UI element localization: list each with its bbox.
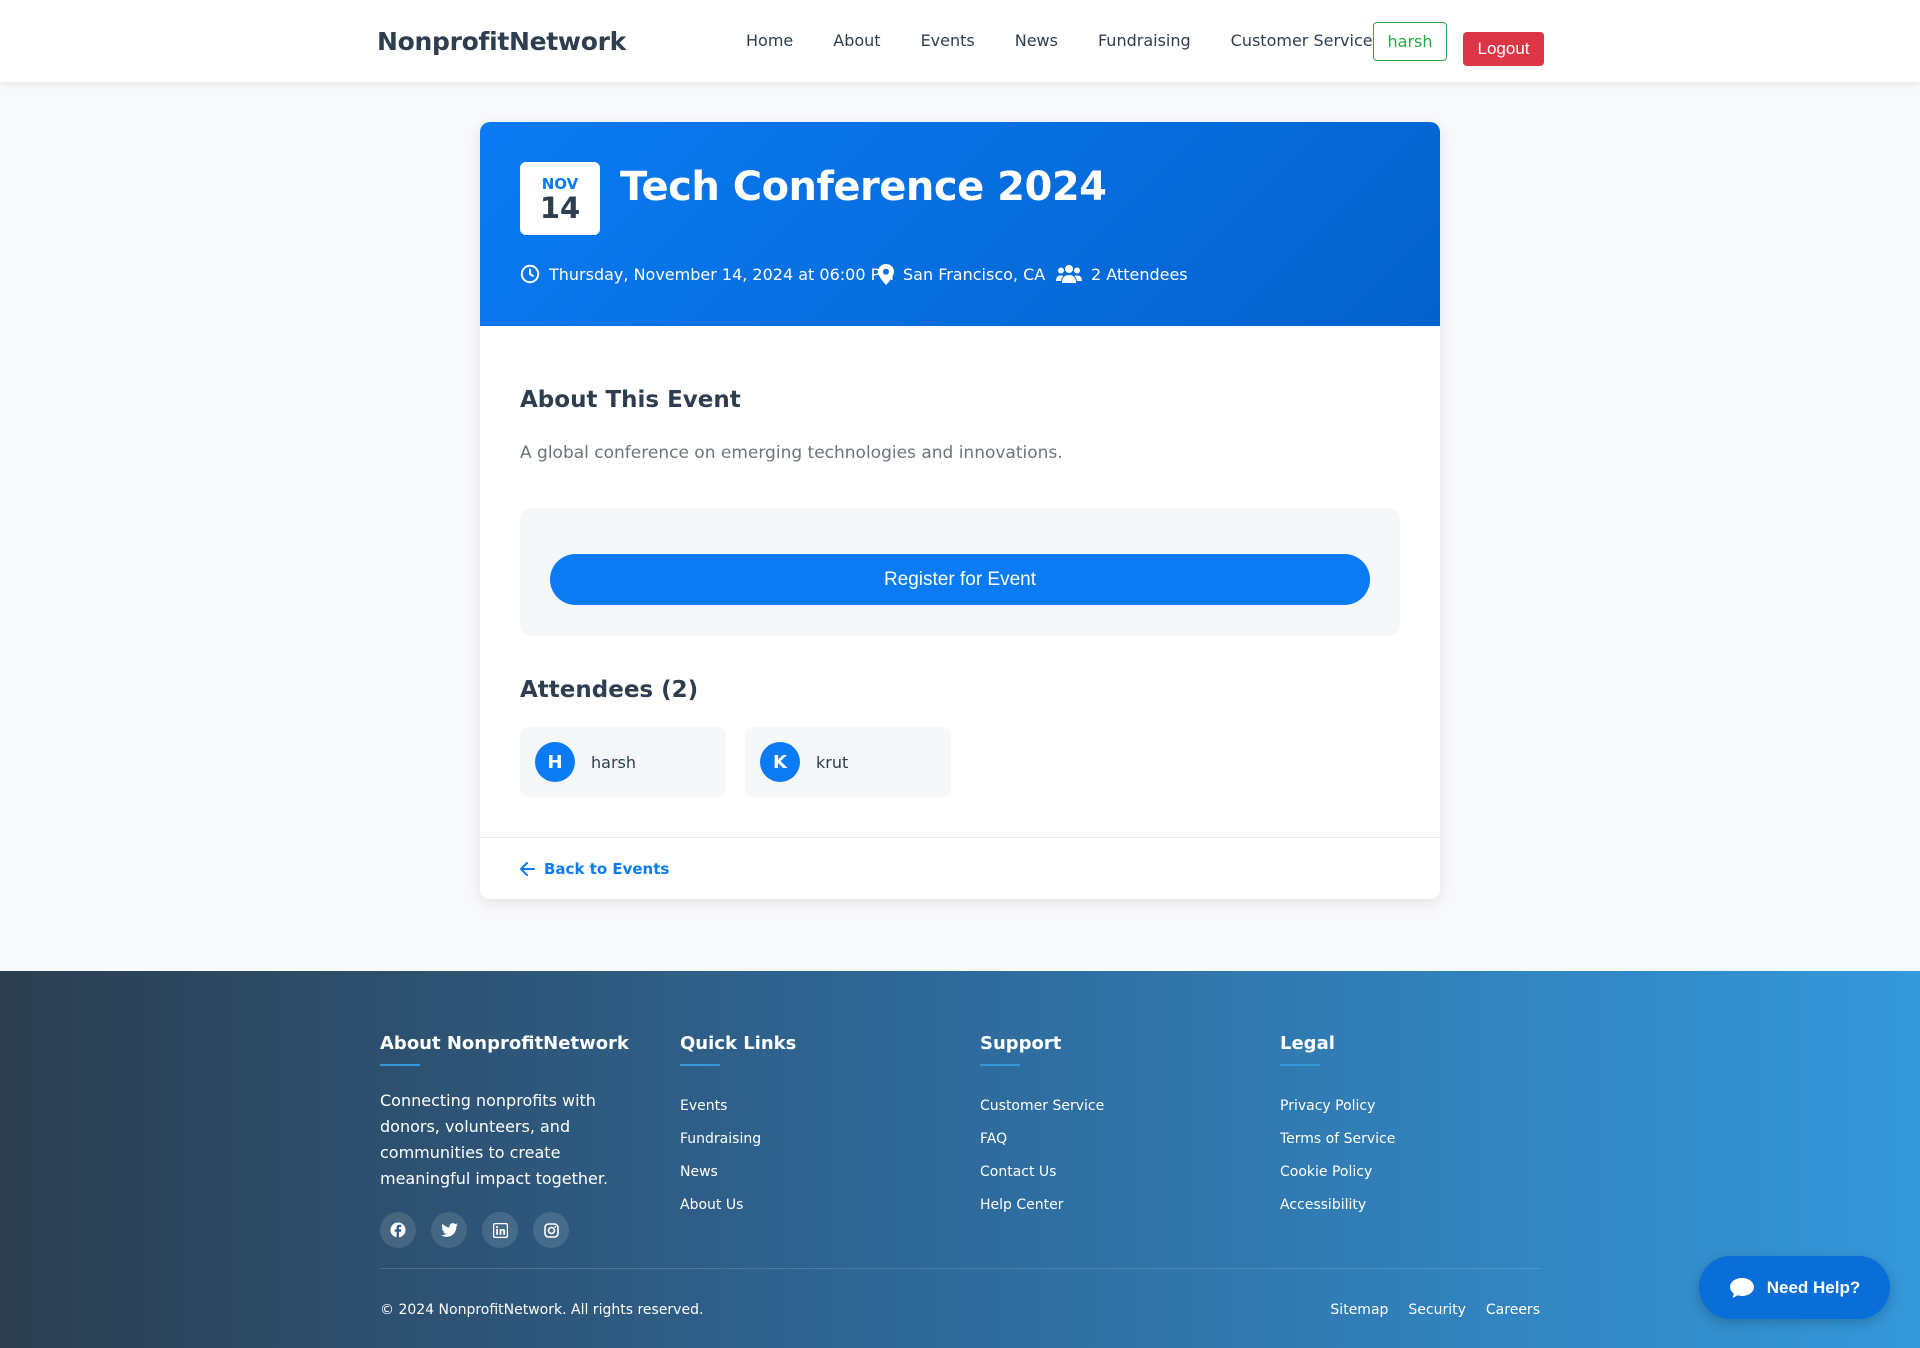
site-footer: About NonprofitNetwork Connecting nonpro… [0, 971, 1920, 1348]
attendee-name: harsh [591, 752, 636, 772]
nav-link-fundraising[interactable]: Fundraising [1098, 31, 1191, 50]
footer-link-help-center[interactable]: Help Center [980, 1189, 1104, 1222]
date-day: 14 [539, 191, 581, 225]
footer-quick-links-heading: Quick Links [680, 1033, 797, 1054]
footer-link-accessibility[interactable]: Accessibility [1280, 1189, 1395, 1222]
clock-icon [520, 264, 540, 284]
footer-link-terms-of-service[interactable]: Terms of Service [1280, 1123, 1395, 1156]
date-badge: NOV 14 [520, 162, 600, 235]
nav-link-about[interactable]: About [833, 31, 880, 50]
copyright-text: © 2024 NonprofitNetwork. All rights rese… [380, 1302, 704, 1318]
footer-link-events[interactable]: Events [680, 1090, 796, 1123]
nav-link-home[interactable]: Home [746, 31, 793, 50]
nav-link-news[interactable]: News [1015, 31, 1058, 50]
event-location-text: San Francisco, CA [903, 265, 1046, 284]
footer-link-about-us[interactable]: About Us [680, 1189, 796, 1222]
heading-underline [680, 1064, 720, 1066]
footer-divider [380, 1268, 1540, 1269]
instagram-icon[interactable] [533, 1212, 569, 1248]
heading-underline [1280, 1064, 1320, 1066]
top-navbar: NonprofitNetwork Home About Events News … [0, 0, 1920, 82]
footer-link-faq[interactable]: FAQ [980, 1123, 1104, 1156]
footer-about-column: About NonprofitNetwork Connecting nonpro… [380, 1033, 650, 1248]
heading-underline [980, 1064, 1020, 1066]
event-datetime: Thursday, November 14, 2024 at 06:00 PM [520, 264, 894, 284]
avatar: H [535, 742, 575, 782]
back-to-events-link[interactable]: Back to Events [520, 860, 669, 878]
register-button[interactable]: Register for Event [550, 554, 1370, 605]
support-links-list: Customer Service FAQ Contact Us Help Cen… [980, 1090, 1104, 1222]
footer-legal-heading: Legal [1280, 1033, 1335, 1054]
logout-button[interactable]: Logout [1463, 32, 1544, 66]
footer-bottom-links: Sitemap Security Careers [1310, 1302, 1540, 1318]
footer-link-sitemap[interactable]: Sitemap [1330, 1302, 1388, 1318]
card-divider [480, 837, 1440, 838]
footer-link-contact-us[interactable]: Contact Us [980, 1156, 1104, 1189]
event-description: A global conference on emerging technolo… [520, 443, 1063, 463]
event-attendee-count: 2 Attendees [1056, 264, 1188, 284]
footer-about-text: Connecting nonprofits with donors, volun… [380, 1091, 609, 1188]
footer-link-news[interactable]: News [680, 1156, 796, 1189]
need-help-label: Need Help? [1766, 1277, 1861, 1297]
register-panel: Register for Event [520, 508, 1400, 636]
footer-quick-links-column: Quick Links Events Fundraising News Abou… [680, 1033, 796, 1222]
event-title: Tech Conference 2024 [620, 164, 1107, 210]
event-location: San Francisco, CA [878, 264, 1045, 285]
footer-link-cookie-policy[interactable]: Cookie Policy [1280, 1156, 1395, 1189]
event-attendee-count-text: 2 Attendees [1091, 264, 1188, 284]
event-card: NOV 14 Tech Conference 2024 Thursday, No… [480, 122, 1440, 899]
heading-underline [380, 1064, 420, 1066]
footer-link-privacy-policy[interactable]: Privacy Policy [1280, 1090, 1395, 1123]
date-month: NOV [541, 175, 579, 193]
footer-support-heading: Support [980, 1033, 1062, 1054]
about-event-heading: About This Event [520, 387, 741, 413]
footer-link-security[interactable]: Security [1408, 1302, 1466, 1318]
attendee-name: krut [816, 752, 849, 772]
users-icon [1056, 265, 1082, 283]
footer-link-fundraising[interactable]: Fundraising [680, 1123, 796, 1156]
footer-link-careers[interactable]: Careers [1486, 1302, 1540, 1318]
nav-links: Home About Events News Fundraising Custo… [746, 31, 1413, 50]
quick-links-list: Events Fundraising News About Us [680, 1090, 796, 1222]
back-to-events-label: Back to Events [544, 860, 670, 878]
nav-link-events[interactable]: Events [921, 31, 975, 50]
footer-about-heading: About NonprofitNetwork [380, 1033, 629, 1054]
footer-legal-column: Legal Privacy Policy Terms of Service Co… [1280, 1033, 1395, 1222]
twitter-icon[interactable] [431, 1212, 467, 1248]
attendees-heading: Attendees (2) [520, 677, 699, 703]
attendee-card: K krut [745, 727, 951, 797]
nav-link-customer-service[interactable]: Customer Service [1231, 31, 1373, 50]
social-links [380, 1212, 650, 1248]
map-pin-icon [878, 264, 894, 285]
legal-links-list: Privacy Policy Terms of Service Cookie P… [1280, 1090, 1395, 1222]
user-profile-button[interactable]: harsh [1373, 22, 1447, 61]
linkedin-icon[interactable] [482, 1212, 518, 1248]
attendee-card: H harsh [520, 727, 726, 797]
footer-support-column: Support Customer Service FAQ Contact Us … [980, 1033, 1104, 1222]
chat-bubble-icon [1729, 1277, 1754, 1298]
arrow-left-icon [520, 862, 535, 876]
footer-link-customer-service[interactable]: Customer Service [980, 1090, 1104, 1123]
event-hero: NOV 14 Tech Conference 2024 Thursday, No… [480, 122, 1440, 326]
facebook-icon[interactable] [380, 1212, 416, 1248]
event-datetime-text: Thursday, November 14, 2024 at 06:00 PM [549, 264, 895, 284]
avatar: K [760, 742, 800, 782]
brand-logo[interactable]: NonprofitNetwork [377, 27, 626, 56]
need-help-button[interactable]: Need Help? [1699, 1256, 1890, 1319]
